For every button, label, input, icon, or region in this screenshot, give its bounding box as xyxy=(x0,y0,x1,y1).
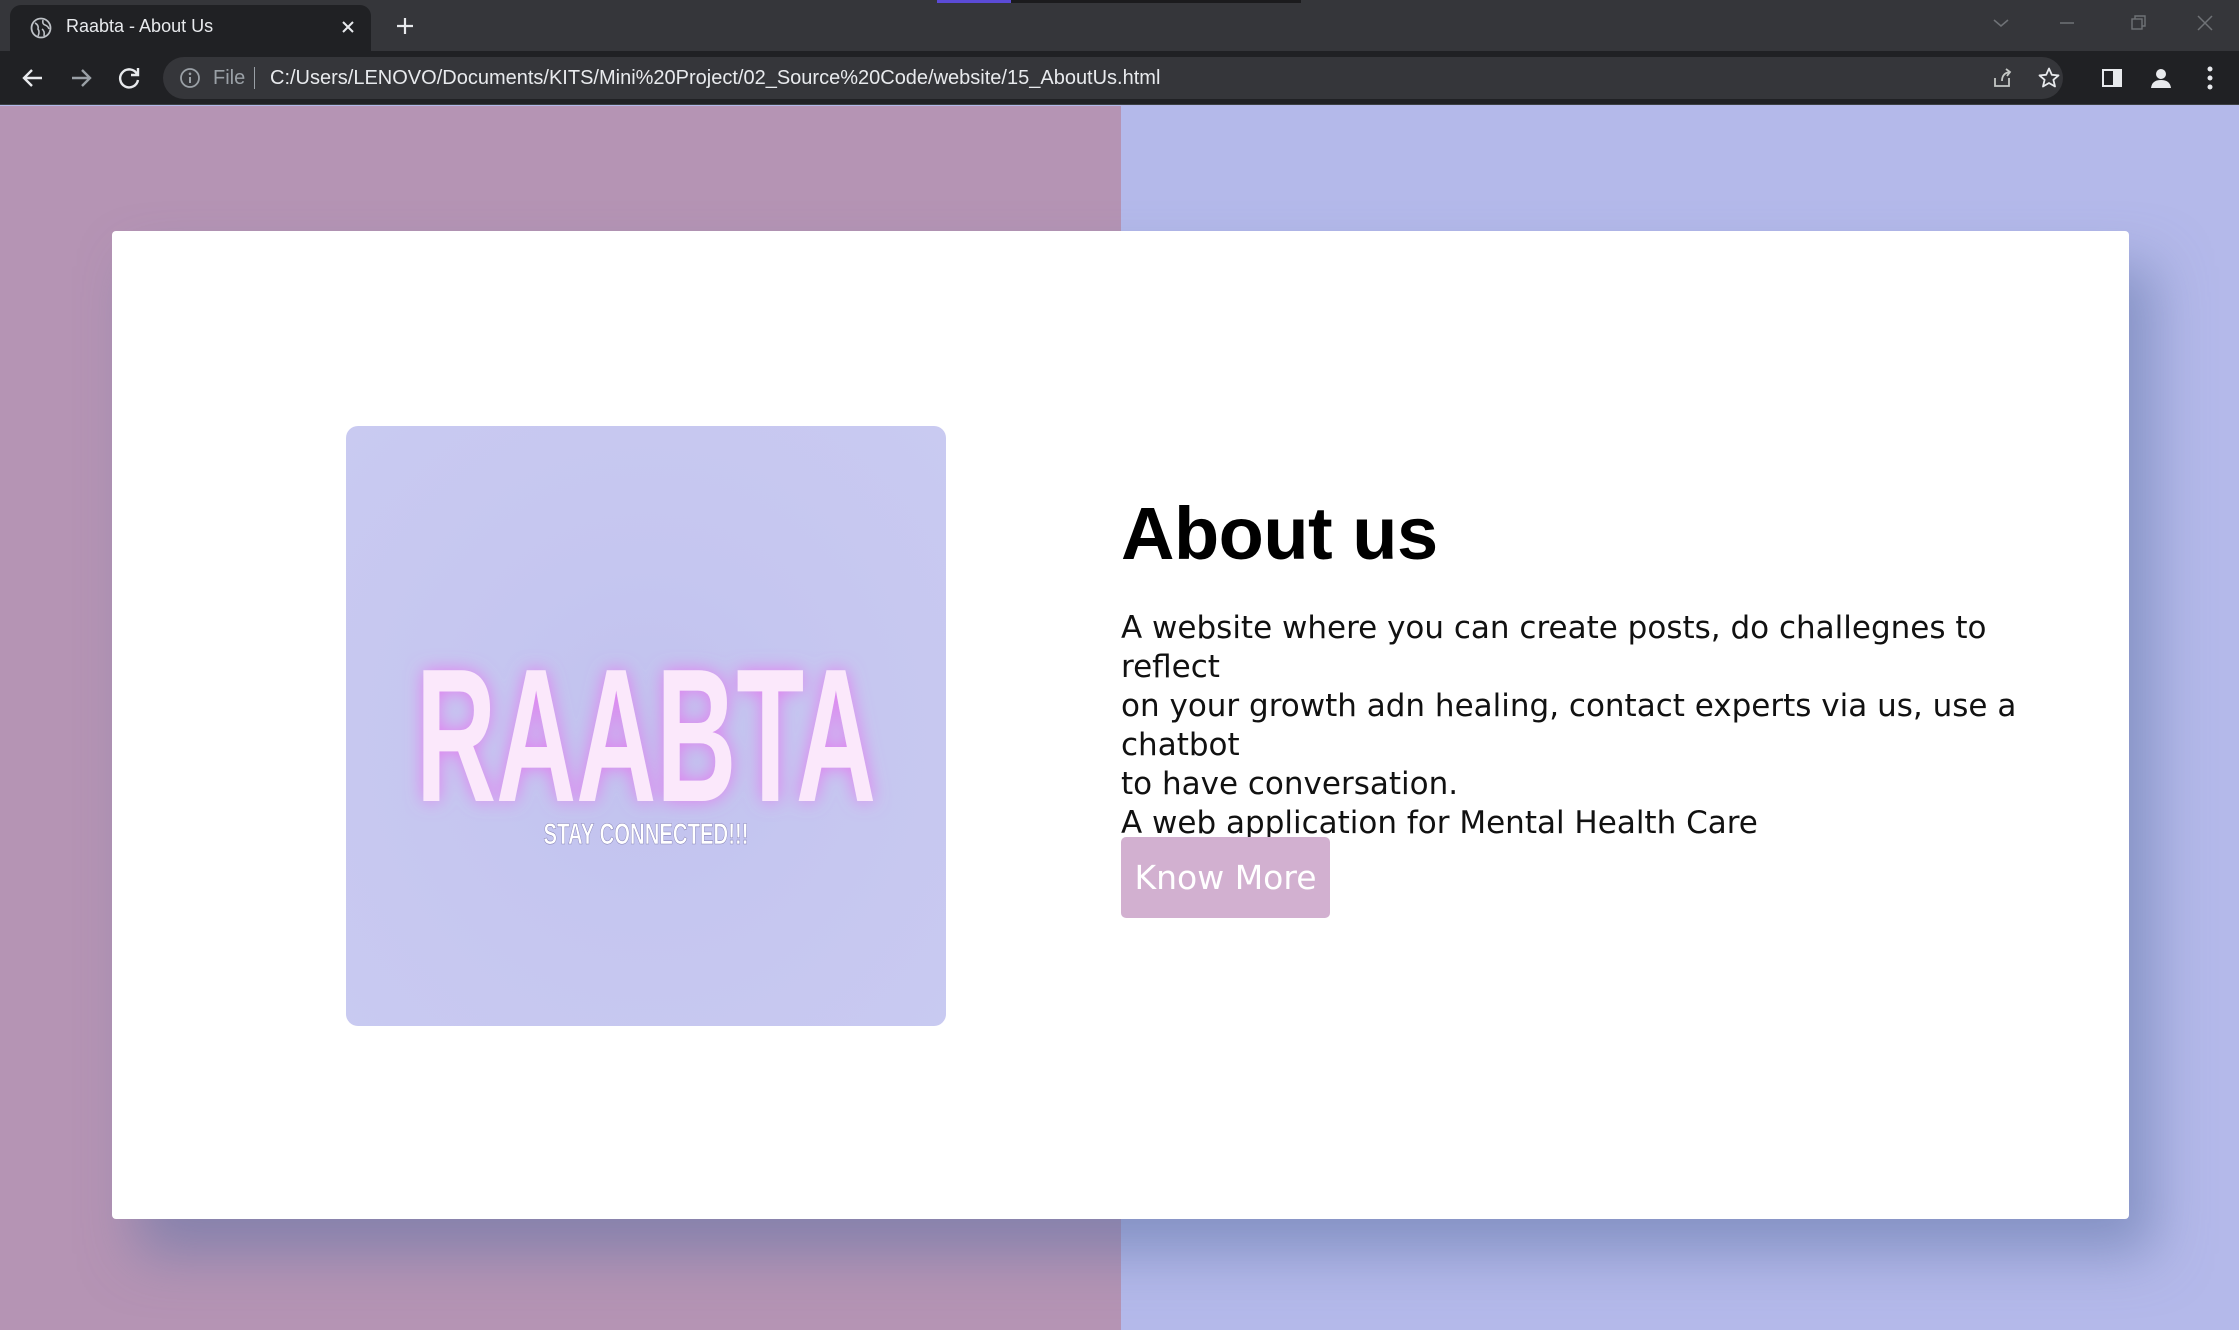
plus-icon[interactable] xyxy=(390,11,420,41)
tab-title: Raabta - About Us xyxy=(66,16,214,36)
page-background: RAABTA STAY CONNECTED!!! About us A webs… xyxy=(0,106,2239,1330)
close-icon[interactable] xyxy=(336,15,360,39)
reload-icon[interactable] xyxy=(112,61,146,95)
description-line: to have conversation. xyxy=(1121,766,1459,802)
globe-icon xyxy=(30,17,52,39)
star-icon[interactable] xyxy=(2036,65,2062,91)
about-card: RAABTA STAY CONNECTED!!! About us A webs… xyxy=(112,231,2129,1219)
logo-artwork: RAABTA STAY CONNECTED!!! xyxy=(416,630,876,851)
more-icon[interactable] xyxy=(2195,63,2225,93)
loading-indicator-active xyxy=(937,0,1011,3)
about-description: A website where you can create posts, do… xyxy=(1121,609,2081,843)
address-divider xyxy=(254,67,255,89)
address-bar[interactable]: File C:/Users/LENOVO/Documents/KITS/Mini… xyxy=(163,57,2063,99)
browser-toolbar: File C:/Users/LENOVO/Documents/KITS/Mini… xyxy=(0,51,2239,105)
url-text[interactable]: C:/Users/LENOVO/Documents/KITS/Mini%20Pr… xyxy=(270,67,1160,90)
browser-tab-strip: Raabta - About Us xyxy=(0,0,2239,51)
info-icon[interactable] xyxy=(179,67,201,89)
side-panel-icon[interactable] xyxy=(2097,63,2127,93)
forward-icon[interactable] xyxy=(64,61,98,95)
profile-icon[interactable] xyxy=(2146,63,2176,93)
description-line: on your growth adn healing, contact expe… xyxy=(1121,688,2017,763)
minimize-icon[interactable] xyxy=(2050,8,2084,38)
page-title: About us xyxy=(1121,492,1438,575)
share-icon[interactable] xyxy=(1989,65,2015,91)
logo-wordmark: RAABTA xyxy=(416,630,876,842)
chevron-down-icon[interactable] xyxy=(1984,8,2018,38)
file-label: File xyxy=(213,67,246,89)
restore-icon[interactable] xyxy=(2121,8,2155,38)
back-icon[interactable] xyxy=(16,61,50,95)
browser-tab[interactable]: Raabta - About Us xyxy=(10,5,371,51)
logo-tagline: STAY CONNECTED!!! xyxy=(544,818,749,851)
close-window-icon[interactable] xyxy=(2188,8,2222,38)
description-line: A website where you can create posts, do… xyxy=(1121,610,1987,685)
raabta-logo: RAABTA STAY CONNECTED!!! xyxy=(346,426,946,1026)
loading-indicator-track xyxy=(1011,0,1301,3)
know-more-button[interactable]: Know More xyxy=(1121,837,1330,918)
